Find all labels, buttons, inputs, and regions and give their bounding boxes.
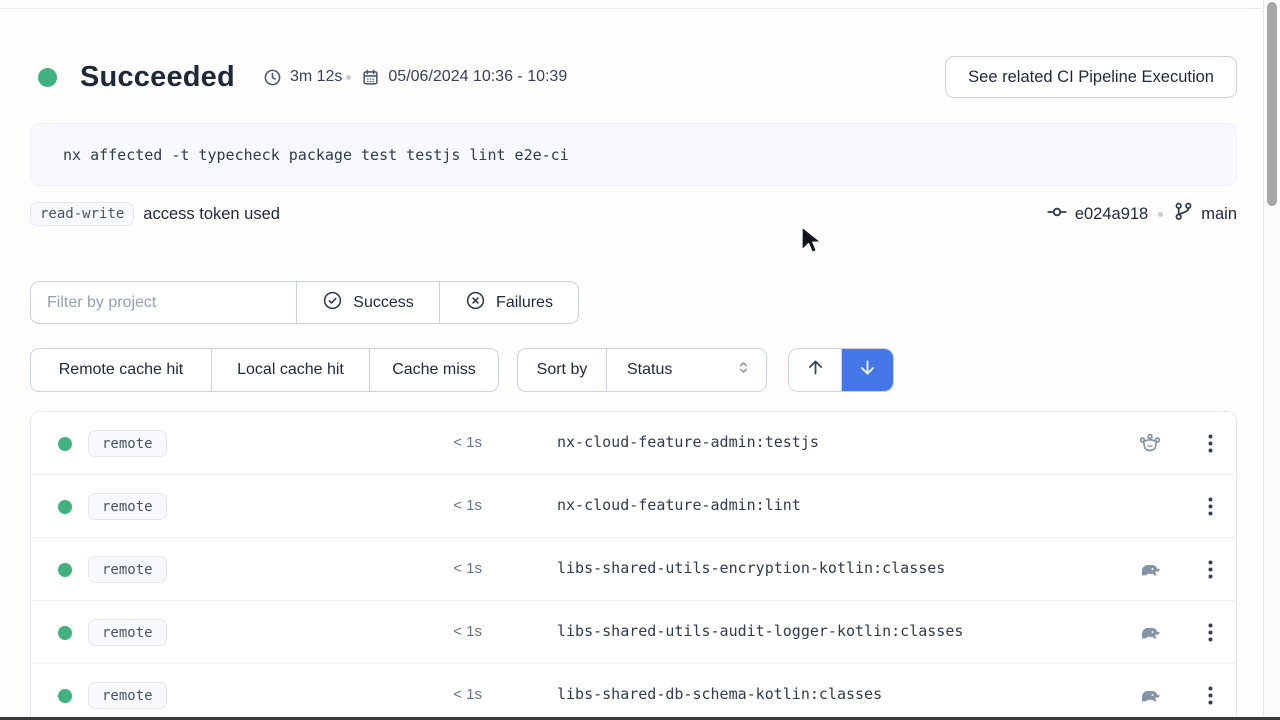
command-block: nx affected -t typecheck package test te… [30,123,1237,186]
filter-local-cache-button[interactable]: Local cache hit [211,349,369,391]
task-list: remote < 1s nx-cloud-feature-admin:testj… [30,411,1237,720]
gradle-icon [1138,621,1162,645]
task-row[interactable]: remote < 1s nx-cloud-feature-admin:testj… [31,412,1236,475]
task-duration: < 1s [416,623,482,640]
task-name: nx-cloud-feature-admin:lint [557,496,801,514]
gradle-icon [1138,558,1162,582]
commit-sha[interactable]: e024a918 [1075,205,1148,224]
task-menu-button[interactable] [1195,617,1225,647]
token-row: read-write access token used e024a918 ma… [30,199,1237,229]
task-success-dot [58,563,72,577]
task-menu-button[interactable] [1195,680,1225,710]
jest-icon [1138,432,1162,456]
task-name: libs-shared-utils-encryption-kotlin:clas… [557,559,945,577]
x-circle-icon [465,290,486,316]
mouse-cursor [800,226,824,258]
check-circle-icon [322,290,343,316]
scrollbar-thumb[interactable] [1267,2,1277,206]
task-menu-button[interactable] [1195,491,1225,521]
sort-select[interactable]: Status [606,349,766,391]
run-details-page: Succeeded 3m 12s 05/06/2024 10:36 - 10:3… [0,0,1280,720]
cache-source-badge: remote [88,430,167,457]
see-related-pipeline-button[interactable]: See related CI Pipeline Execution [945,56,1237,98]
task-name: libs-shared-utils-audit-logger-kotlin:cl… [557,622,963,640]
sort-group: Sort by Status [517,348,767,392]
task-duration: < 1s [416,686,482,703]
sort-by-label: Sort by [518,349,606,391]
project-filter-input[interactable] [31,282,296,323]
run-status-title: Succeeded [80,61,235,94]
sort-ascending-button[interactable] [789,349,841,391]
access-token-badge: read-write [30,202,134,226]
task-success-dot [58,437,72,451]
run-date-range: 05/06/2024 10:36 - 10:39 [361,68,567,87]
task-duration: < 1s [416,434,482,451]
filter-failures-button[interactable]: Failures [439,282,578,323]
cache-source-badge: remote [88,619,167,646]
cache-source-badge: remote [88,493,167,520]
sort-descending-button[interactable] [841,349,893,391]
task-duration: < 1s [416,560,482,577]
filter-cache-miss-button[interactable]: Cache miss [369,349,498,391]
task-name: libs-shared-db-schema-kotlin:classes [557,685,882,703]
sort-select-value: Status [627,361,672,379]
task-row[interactable]: remote < 1s libs-shared-utils-audit-logg… [31,601,1236,664]
vcs-info: e024a918 main [1046,201,1237,228]
task-success-dot [58,626,72,640]
cache-source-badge: remote [88,682,167,709]
chevron-updown-icon [735,359,752,381]
task-success-dot [58,689,72,703]
gradle-icon [1138,684,1162,708]
arrow-down-icon [857,357,878,383]
run-header: Succeeded 3m 12s 05/06/2024 10:36 - 10:3… [30,55,1237,99]
arrow-up-icon [805,357,826,383]
task-row[interactable]: remote < 1s libs-shared-db-schema-kotlin… [31,664,1236,720]
access-token-label: access token used [143,205,280,224]
command-text: nx affected -t typecheck package test te… [63,146,569,164]
clock-icon [263,68,282,87]
task-row[interactable]: remote < 1s libs-shared-utils-encryption… [31,538,1236,601]
calendar-icon [361,68,380,87]
project-filter-group: Success Failures [30,281,579,324]
task-menu-button[interactable] [1195,554,1225,584]
meta-separator-dot [346,75,351,80]
commit-icon [1046,201,1068,228]
run-duration: 3m 12s [263,68,342,87]
task-duration: < 1s [416,497,482,514]
run-status-dot [38,68,57,87]
filter-remote-cache-button[interactable]: Remote cache hit [31,349,211,391]
cache-source-badge: remote [88,556,167,583]
branch-name[interactable]: main [1201,205,1237,224]
branch-icon [1173,201,1194,227]
task-success-dot [58,500,72,514]
meta-separator-dot [1158,212,1163,217]
task-row[interactable]: remote < 1s nx-cloud-feature-admin:lint [31,475,1236,538]
top-divider [0,8,1262,9]
cache-filter-group: Remote cache hit Local cache hit Cache m… [30,348,499,392]
task-menu-button[interactable] [1195,428,1225,458]
sort-direction-group [788,348,894,392]
task-name: nx-cloud-feature-admin:testjs [557,433,819,451]
filter-success-button[interactable]: Success [296,282,439,323]
